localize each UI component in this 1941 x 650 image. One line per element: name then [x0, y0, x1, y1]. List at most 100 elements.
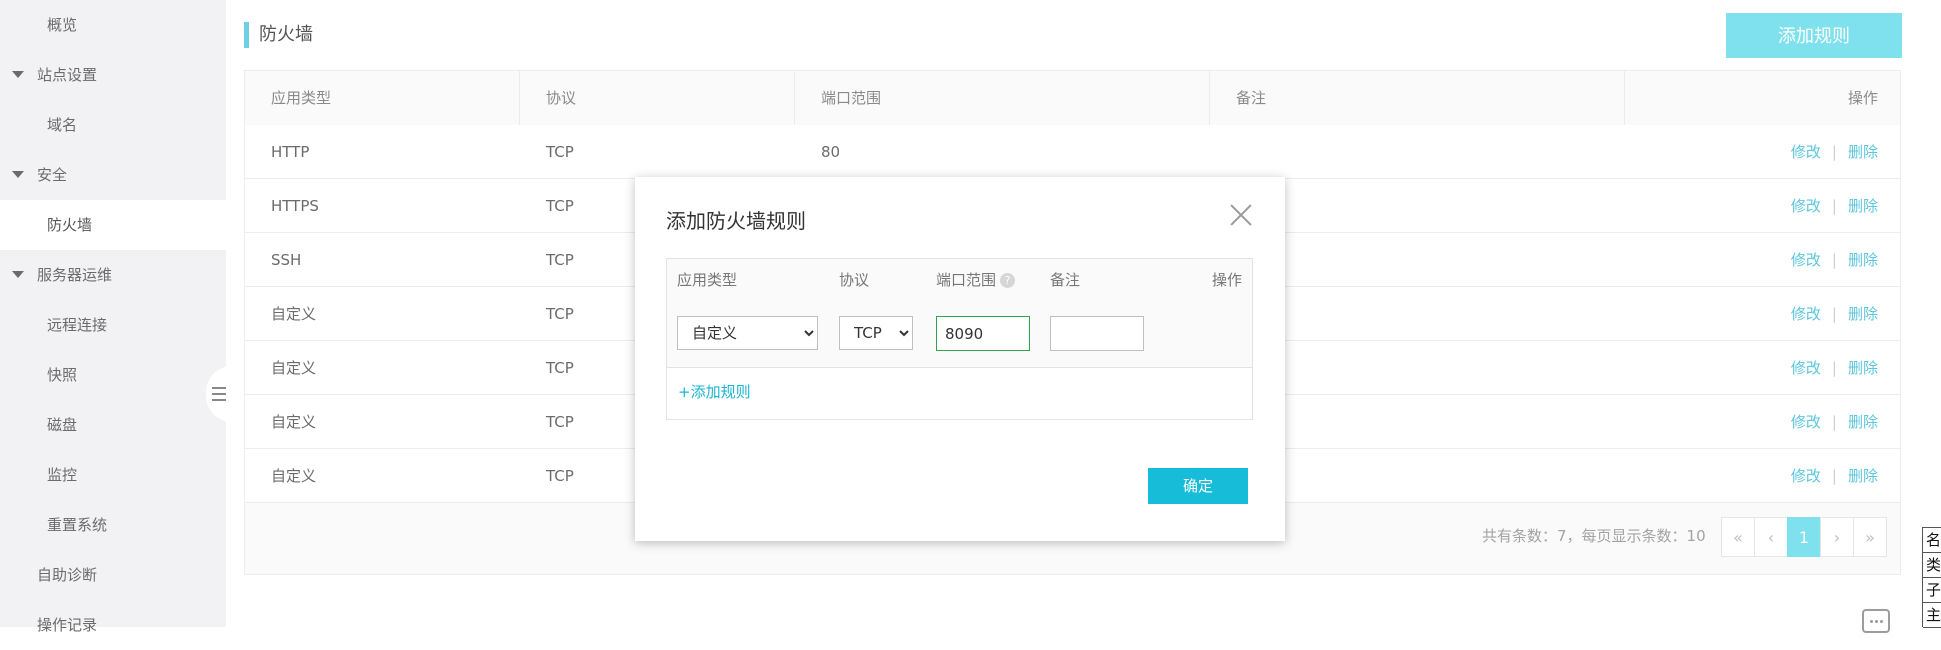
sidebar-item-label: 站点设置 — [37, 66, 98, 84]
note-input[interactable] — [1050, 316, 1144, 351]
cell-protocol: TCP — [546, 467, 574, 485]
pagination-prev[interactable]: ‹ — [1754, 517, 1788, 557]
caret-down-icon — [12, 271, 24, 278]
caret-down-icon — [12, 71, 24, 78]
sidebar-item[interactable]: 站点设置 — [0, 50, 226, 100]
pagination-info: 共有条数：7，每页显示条数：10 — [1482, 527, 1706, 545]
dialog-column-port-range-label: 端口范围 — [936, 271, 997, 289]
action-separator: | — [1831, 251, 1837, 269]
sidebar-item[interactable]: 安全 — [0, 150, 226, 200]
add-rule-button[interactable]: 添加规则 — [1726, 13, 1902, 58]
cell-port-range: 80 — [821, 143, 841, 161]
cell-app-type: 自定义 — [271, 467, 317, 485]
row-actions: 修改 | 删除 — [1791, 395, 1878, 449]
port-range-input[interactable] — [936, 316, 1030, 351]
edge-info-cell: 主 — [1923, 603, 1941, 628]
cell-protocol: TCP — [546, 359, 574, 377]
page-title: 防火墙 — [259, 24, 313, 45]
delete-link[interactable]: 删除 — [1848, 413, 1878, 431]
column-header-actions: 操作 — [1847, 89, 1878, 107]
cell-protocol: TCP — [546, 251, 574, 269]
column-header-app-type: 应用类型 — [245, 71, 520, 125]
sidebar-item-label: 概览 — [47, 16, 78, 34]
edit-link[interactable]: 修改 — [1791, 197, 1821, 215]
action-separator: | — [1831, 359, 1837, 377]
action-separator: | — [1831, 305, 1837, 323]
cell-app-type: SSH — [271, 251, 302, 269]
row-actions: 修改 | 删除 — [1791, 179, 1878, 233]
close-icon[interactable] — [1227, 201, 1255, 229]
table-header: 应用类型 协议 端口范围 备注 操作 — [245, 71, 1900, 126]
action-separator: | — [1831, 413, 1837, 431]
sidebar-item[interactable]: 快照 — [0, 350, 226, 400]
sidebar-item-label: 安全 — [37, 166, 68, 184]
chat-icon[interactable] — [1862, 609, 1890, 633]
sidebar-item-label: 远程连接 — [47, 316, 108, 334]
row-actions: 修改 | 删除 — [1791, 449, 1878, 503]
dialog-rule-row: 自定义 TCP — [667, 301, 1252, 368]
sidebar-item-label: 操作记录 — [37, 616, 98, 634]
cell-app-type: HTTP — [271, 143, 310, 161]
sidebar-item[interactable]: 操作记录 — [0, 600, 226, 650]
cell-protocol: TCP — [546, 305, 574, 323]
sidebar-item[interactable]: 监控 — [0, 450, 226, 500]
edit-link[interactable]: 修改 — [1791, 359, 1821, 377]
sidebar-item-label: 磁盘 — [47, 416, 78, 434]
help-icon[interactable]: ? — [1000, 273, 1016, 288]
protocol-select[interactable]: TCP — [839, 316, 913, 350]
edge-info-cell: 类 — [1923, 553, 1941, 578]
edit-link[interactable]: 修改 — [1791, 251, 1821, 269]
sidebar-item-label: 服务器运维 — [37, 266, 113, 284]
sidebar-item[interactable]: 磁盘 — [0, 400, 226, 450]
sidebar-item[interactable]: 自助诊断 — [0, 550, 226, 600]
sidebar-item[interactable]: 防火墙 — [0, 200, 226, 250]
delete-link[interactable]: 删除 — [1848, 143, 1878, 161]
sidebar-item-label: 重置系统 — [47, 516, 108, 534]
dialog-column-actions: 操作 — [1211, 271, 1242, 289]
title-accent-bar — [244, 22, 249, 48]
cell-protocol: TCP — [546, 143, 574, 161]
table-row: HTTP TCP 80 修改 | 删除 — [245, 125, 1900, 179]
row-actions: 修改 | 删除 — [1791, 341, 1878, 395]
delete-link[interactable]: 删除 — [1848, 359, 1878, 377]
add-another-rule-link[interactable]: +添加规则 — [678, 382, 751, 402]
dialog-column-port-range: 端口范围? — [936, 259, 1016, 301]
column-header-protocol: 协议 — [520, 71, 795, 125]
sidebar-item[interactable]: 服务器运维 — [0, 250, 226, 300]
row-actions: 修改 | 删除 — [1791, 287, 1878, 341]
pagination-last[interactable]: » — [1853, 517, 1887, 557]
edge-info-cell: 子 — [1923, 578, 1941, 603]
cell-protocol: TCP — [546, 413, 574, 431]
delete-link[interactable]: 删除 — [1848, 305, 1878, 323]
dialog-column-note: 备注 — [1050, 271, 1081, 289]
edit-link[interactable]: 修改 — [1791, 143, 1821, 161]
cell-app-type: 自定义 — [271, 413, 317, 431]
caret-down-icon — [12, 171, 24, 178]
row-actions: 修改 | 删除 — [1791, 233, 1878, 287]
edge-info-panel: 名类子主 — [1922, 527, 1941, 628]
delete-link[interactable]: 删除 — [1848, 197, 1878, 215]
sidebar-item[interactable]: 远程连接 — [0, 300, 226, 350]
pagination-first[interactable]: « — [1721, 517, 1755, 557]
delete-link[interactable]: 删除 — [1848, 251, 1878, 269]
sidebar-item-label: 域名 — [47, 116, 78, 134]
edit-link[interactable]: 修改 — [1791, 305, 1821, 323]
column-header-note: 备注 — [1210, 71, 1625, 125]
pagination-next[interactable]: › — [1820, 517, 1854, 557]
cell-app-type: 自定义 — [271, 359, 317, 377]
edit-link[interactable]: 修改 — [1791, 467, 1821, 485]
edit-link[interactable]: 修改 — [1791, 413, 1821, 431]
cell-protocol: TCP — [546, 197, 574, 215]
delete-link[interactable]: 删除 — [1848, 467, 1878, 485]
confirm-button[interactable]: 确定 — [1148, 468, 1248, 504]
sidebar-item[interactable]: 域名 — [0, 100, 226, 150]
dialog-table-header: 应用类型 协议 端口范围? 备注 操作 — [667, 259, 1252, 302]
sidebar-item[interactable]: 概览 — [0, 0, 226, 50]
dialog-title: 添加防火墙规则 — [666, 209, 806, 233]
sidebar-item[interactable]: 重置系统 — [0, 500, 226, 550]
sidebar: 概览站点设置域名安全防火墙服务器运维远程连接快照磁盘监控重置系统自助诊断操作记录 — [0, 0, 226, 634]
row-actions: 修改 | 删除 — [1791, 125, 1878, 179]
pagination-page-current[interactable]: 1 — [1787, 517, 1821, 557]
app-type-select[interactable]: 自定义 — [677, 316, 818, 350]
sidebar-item-label: 自助诊断 — [37, 566, 98, 584]
